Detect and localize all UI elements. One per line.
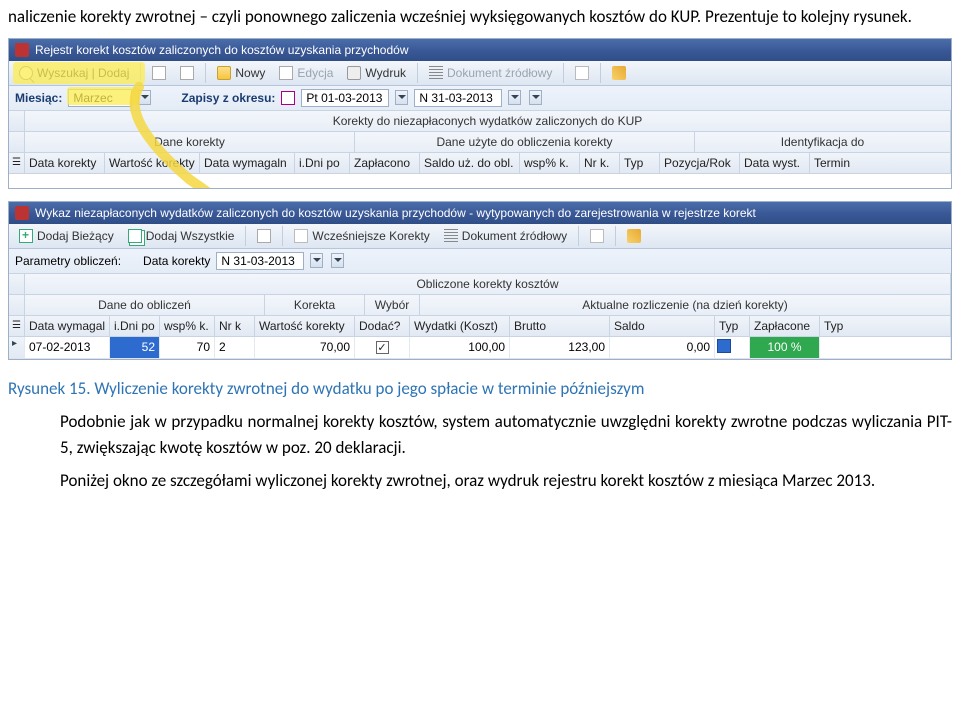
range-label: Zapisy z okresu: [181, 91, 275, 105]
calendar-icon[interactable] [281, 91, 295, 105]
column-header-row: ☰ Data korekty Wartość korekty Data wyma… [9, 153, 951, 174]
cell-date: 07-02-2013 [25, 337, 110, 358]
icon-btn-c[interactable] [251, 226, 277, 246]
cell-wartosc: 70,00 [255, 337, 355, 358]
document-icon [152, 66, 166, 80]
wand-button[interactable] [606, 63, 632, 83]
params-bar: Parametry obliczeń: Data korekty N 31-03… [9, 249, 951, 274]
cell-typ1 [715, 337, 750, 358]
wand-icon [612, 66, 626, 80]
date-to-dropdown[interactable] [508, 90, 521, 105]
search-icon [19, 66, 33, 80]
group-top-label: Obliczone korekty kosztów [25, 274, 951, 294]
wand-icon [627, 229, 641, 243]
toolbar: Dodaj Bieżący Dodaj Wszystkie Wcześniejs… [9, 224, 951, 249]
book-icon [15, 206, 29, 220]
new-button[interactable]: Nowy [211, 63, 271, 83]
month-label: Miesiąc: [15, 91, 62, 105]
date-to-field[interactable]: N 31-03-2013 [414, 89, 502, 107]
group-top-label: Korekty do niezapłaconych wydatków zalic… [25, 111, 951, 131]
cell-nrk: 2 [215, 337, 255, 358]
add-current-button[interactable]: Dodaj Bieżący [13, 226, 120, 246]
edit-icon [279, 66, 293, 80]
list-icon [444, 229, 458, 243]
cell-saldo: 0,00 [610, 337, 715, 358]
cell-zaplacone: 100 % [750, 337, 820, 358]
window-rejestr-korekt: Rejestr korekt kosztów zaliczonych do ko… [8, 38, 952, 189]
toolbar: Wyszukaj | Dodaj Nowy Edycja Wydruk Doku… [9, 61, 951, 86]
icon-btn-b[interactable] [174, 63, 200, 83]
config-icon [575, 66, 589, 80]
date-from-field[interactable]: Pt 01-03-2013 [301, 89, 389, 107]
add-all-icon [128, 229, 142, 243]
params-label: Parametry obliczeń: [15, 254, 121, 268]
group-header-top: Obliczone korekty kosztów [9, 274, 951, 295]
type-blue-icon [717, 339, 731, 353]
window-title: Wykaz niezapłaconych wydatków zaliczonyc… [35, 206, 756, 220]
doc-paragraph-mid: Podobnie jak w przypadku normalnej korek… [0, 405, 960, 464]
edit-button[interactable]: Edycja [273, 63, 339, 83]
cell-dodac[interactable] [355, 337, 410, 358]
dk-extra-dropdown[interactable] [331, 253, 344, 268]
cell-wydatki: 100,00 [410, 337, 510, 358]
wand-button[interactable] [621, 226, 647, 246]
source-doc-button[interactable]: Dokument źródłowy [438, 226, 573, 246]
titlebar: Rejestr korekt kosztów zaliczonych do ko… [9, 39, 951, 61]
source-doc-button[interactable]: Dokument źródłowy [423, 63, 558, 83]
icon-btn-a[interactable] [146, 63, 172, 83]
cell-typ2 [820, 337, 951, 358]
extra-btn-2[interactable] [584, 226, 610, 246]
group-header-top: Korekty do niezapłaconych wydatków zalic… [9, 111, 951, 132]
figure-caption: Rysunek 15. Wyliczenie korekty zwrotnej … [0, 372, 960, 406]
book-icon [15, 43, 29, 57]
group-header-row: Dane korekty Dane użyte do obliczenia ko… [9, 132, 951, 153]
find-add-button[interactable]: Wyszukaj | Dodaj [13, 63, 135, 83]
add-icon [19, 229, 33, 243]
print-icon [347, 66, 361, 80]
add-all-button[interactable]: Dodaj Wszystkie [122, 226, 241, 246]
params-bar: Miesiąc: Marzec Zapisy z okresu: Pt 01-0… [9, 86, 951, 111]
earlier-corrections-button[interactable]: Wcześniejsze Korekty [288, 226, 435, 246]
print-button[interactable]: Wydruk [341, 63, 412, 83]
dk-label: Data korekty [143, 254, 210, 268]
cell-wsp: 70 [160, 337, 215, 358]
list-icon [429, 66, 443, 80]
column-header-row: ☰ Data wymagal i.Dni po wsp% k. Nr k War… [9, 316, 951, 337]
window-wykaz-wydatkow: Wykaz niezapłaconych wydatków zaliczonyc… [8, 201, 952, 360]
window-title: Rejestr korekt kosztów zaliczonych do ko… [35, 43, 409, 57]
checkbox-icon[interactable] [376, 341, 389, 354]
dk-dropdown[interactable] [310, 253, 323, 268]
month-dropdown[interactable] [138, 90, 151, 105]
range-extra-dropdown[interactable] [529, 90, 542, 105]
doc-paragraph-top: naliczenie korekty zwrotnej – czyli pono… [0, 0, 960, 34]
titlebar: Wykaz niezapłaconych wydatków zaliczonyc… [9, 202, 951, 224]
history-icon [294, 229, 308, 243]
dk-field[interactable]: N 31-03-2013 [216, 252, 304, 270]
doc-paragraph-bottom: Poniżej okno ze szczegółami wyliczonej k… [0, 464, 960, 498]
document-icon [257, 229, 271, 243]
cell-brutto: 123,00 [510, 337, 610, 358]
folder-icon [217, 66, 231, 80]
find-add-label: Wyszukaj | Dodaj [37, 66, 129, 80]
cell-dni: 52 [110, 337, 160, 358]
group-header-row: Dane do obliczeń Korekta Wybór Aktualne … [9, 295, 951, 316]
copy-icon [180, 66, 194, 80]
extra-btn-1[interactable] [569, 63, 595, 83]
month-field[interactable]: Marzec [68, 89, 132, 107]
date-from-dropdown[interactable] [395, 90, 408, 105]
config-icon [590, 229, 604, 243]
table-row[interactable]: 07-02-2013 52 70 2 70,00 100,00 123,00 0… [9, 337, 951, 359]
